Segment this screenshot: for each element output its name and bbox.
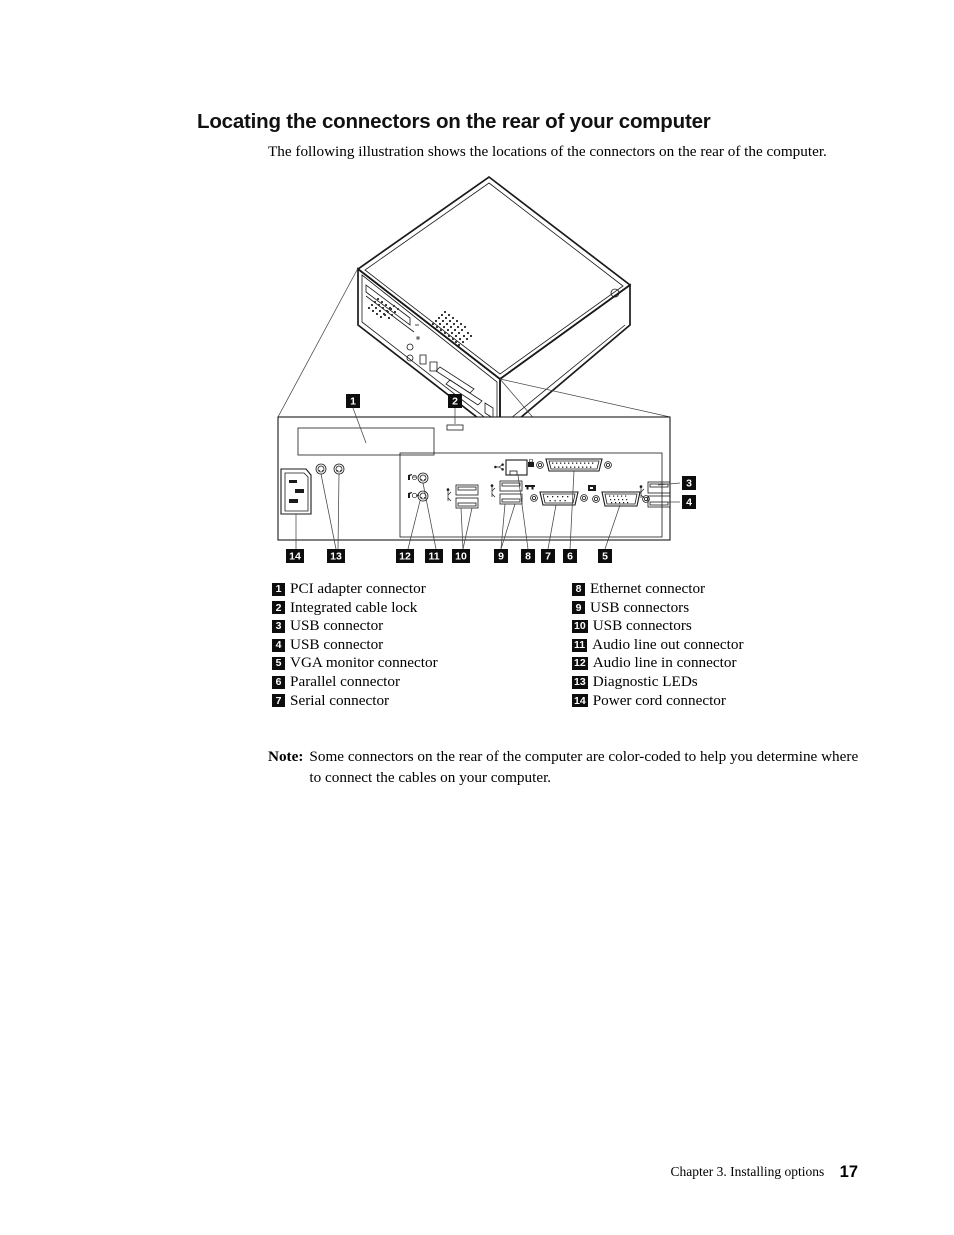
legend-label: Audio line in connector [592,654,737,672]
callout-8: 8 [521,549,535,563]
callout-12-text: 12 [399,551,411,563]
page-title: Locating the connectors on the rear of y… [197,109,711,133]
callout-8-text: 8 [525,551,531,563]
footer-chapter: Chapter 3. Installing options [670,1164,825,1179]
callout-14: 14 [286,549,304,563]
manual-page: Locating the connectors on the rear of y… [0,0,954,1235]
legend-item: 2 Integrated cable lock [272,599,572,618]
legend-number: 11 [572,638,588,652]
footer-page-number: 17 [839,1163,858,1181]
legend-item: 12 Audio line in connector [572,654,872,673]
legend-item: 9 USB connectors [572,599,872,618]
legend-number: 5 [272,657,285,671]
callout-11-text: 11 [428,551,439,563]
legend-label: PCI adapter connector [290,580,426,597]
callout-1-text: 1 [350,396,356,408]
legend-label: Ethernet connector [590,580,706,597]
legend-number: 12 [572,657,588,671]
callout-4-text: 4 [686,497,692,509]
legend-number: 10 [572,619,588,633]
legend-item: 3 USB connector [272,617,572,636]
callout-12: 12 [396,549,414,563]
figure-svg: 1 2 3 4 5 6 7 8 9 10 11 12 13 14 [277,175,696,563]
legend-label: USB connectors [592,617,692,635]
callout-14-text: 14 [289,551,301,563]
callout-1: 1 [346,394,360,408]
legend-label: USB connector [290,617,384,635]
legend-number: 2 [272,601,285,615]
callout-10: 10 [452,549,470,563]
legend-item: 1 PCI adapter connector [272,580,572,599]
legend-label: USB connector [290,635,384,653]
intro-paragraph: The following illustration shows the loc… [268,143,827,161]
legend-item: 6 Parallel connector [272,673,572,692]
legend-column-right: 8 Ethernet connector 9 USB connectors 10… [572,580,872,710]
legend-label: USB connectors [590,598,690,616]
legend-number: 9 [572,601,585,615]
callout-9-text: 9 [498,551,504,563]
callout-2-text: 2 [452,396,458,408]
legend-label: Power cord connector [592,691,726,709]
legend-number: 7 [272,694,285,708]
legend-item: 8 Ethernet connector [572,580,872,599]
page-footer: Chapter 3. Installing options 17 [0,1163,954,1182]
legend-label: Diagnostic LEDs [592,672,698,690]
connector-legend: 1 PCI adapter connector 2 Integrated cab… [272,580,872,710]
legend-item: 14 Power cord connector [572,692,872,711]
legend-item: 10 USB connectors [572,617,872,636]
rear-panel-detail [277,416,671,541]
callout-13-text: 13 [330,551,342,563]
note-label: Note: [268,748,304,765]
callout-4: 4 [682,495,696,509]
legend-number: 3 [272,619,285,633]
callout-2: 2 [448,394,462,408]
legend-item: 7 Serial connector [272,692,572,711]
legend-item: 5 VGA monitor connector [272,654,572,673]
rear-connectors-figure: 1 2 3 4 5 6 7 8 9 10 11 12 13 14 [0,165,954,565]
legend-number: 4 [272,638,285,652]
callout-11: 11 [425,549,443,563]
computer-chassis-drawing [356,175,632,437]
legend-column-left: 1 PCI adapter connector 2 Integrated cab… [272,580,572,710]
legend-label: Audio line out connector [592,635,744,653]
legend-label: Integrated cable lock [290,598,418,616]
callout-6: 6 [563,549,577,563]
legend-number: 1 [272,582,285,596]
note-text: Some connectors on the rear of the compu… [309,748,859,786]
legend-number: 6 [272,675,285,689]
callout-13: 13 [327,549,345,563]
legend-label: VGA monitor connector [290,654,438,672]
callout-10-text: 10 [455,551,467,563]
legend-item: 11 Audio line out connector [572,636,872,655]
legend-number: 8 [572,582,585,596]
callout-7: 7 [541,549,555,563]
legend-label: Parallel connector [290,672,401,690]
callout-3-text: 3 [686,478,692,490]
legend-label: Serial connector [290,691,390,709]
callout-9: 9 [494,549,508,563]
callout-5: 5 [598,549,612,563]
legend-number: 13 [572,675,588,689]
legend-item: 13 Diagnostic LEDs [572,673,872,692]
legend-item: 4 USB connector [272,636,572,655]
callout-7-text: 7 [545,551,551,563]
legend-number: 14 [572,694,588,708]
callout-3: 3 [682,476,696,490]
callout-6-text: 6 [567,551,573,563]
note-block: Note: Some connectors on the rear of the… [268,747,868,788]
monitor-icon [588,485,596,491]
callout-5-text: 5 [602,551,608,563]
